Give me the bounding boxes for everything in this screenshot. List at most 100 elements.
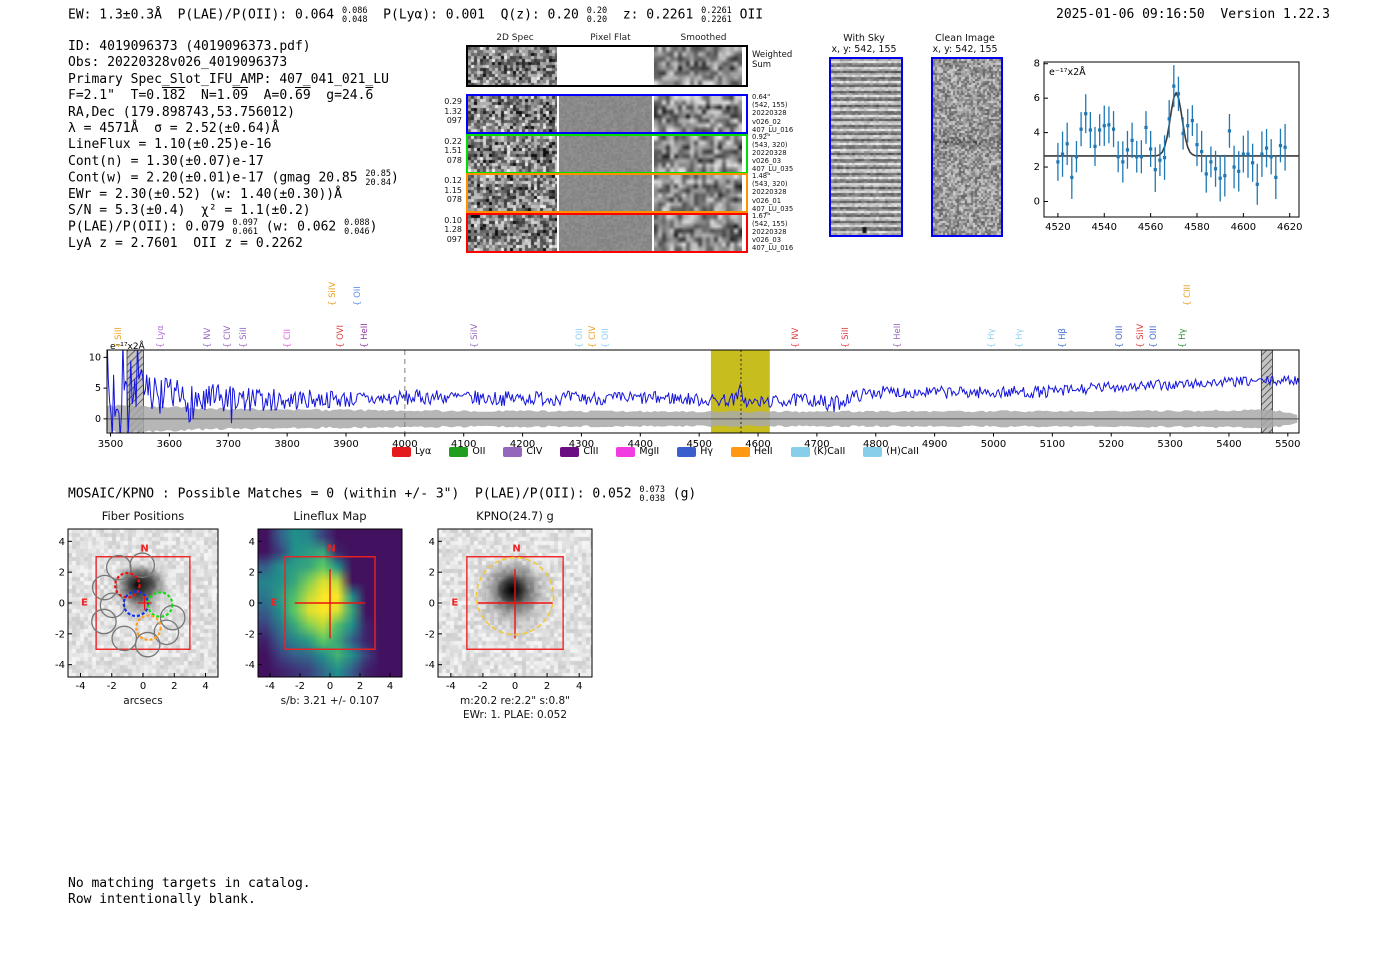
sky-panel-title: With Sky x, y: 542, 155 (831, 33, 897, 55)
weighted-sum-label: Weighted Sum (752, 50, 793, 70)
info-line: F=2.1" T=0.182 N=1.09 A=0.69 g=24.6 (68, 88, 374, 104)
svg-text:4: 4 (576, 681, 582, 692)
emission-line-label: { Hγ (1014, 328, 1025, 348)
legend-item: Hγ (677, 446, 713, 457)
fiber-xlabel: arcsecs (123, 695, 163, 707)
stacked-value: 0.088 0.046 (344, 218, 370, 237)
svg-text:E: E (81, 597, 88, 608)
svg-text:-4: -4 (76, 681, 86, 692)
emission-line-label: { OVI (336, 325, 347, 348)
legend-item: HeII (731, 446, 773, 457)
info-line: LyA z = 2.7601 OII z = 0.2262 (68, 235, 303, 251)
svg-text:0: 0 (429, 599, 435, 610)
version-label: Version 1.22.3 (1220, 7, 1330, 22)
timestamp: 2025-01-06 09:16:50 (1056, 7, 1205, 22)
svg-text:-2: -2 (245, 629, 255, 640)
footer-line-2: Row intentionally blank. (68, 892, 256, 907)
svg-text:3500: 3500 (98, 439, 123, 450)
svg-text:-4: -4 (245, 660, 255, 671)
info-line: λ = 4571Å σ = 2.52(±0.64)Å (68, 120, 280, 136)
weighted-sum-row (466, 45, 748, 87)
fiber-cutout-row (466, 133, 748, 174)
emission-line-label: { HeII (359, 323, 370, 348)
timestamp-version: 2025-01-06 09:16:50 Version 1.22.3 (1056, 7, 1330, 22)
spectrum-chart: 3500 3600 3700 3800 3900 4000 4100 4200 4300 4400… (89, 340, 1301, 450)
col-header-2dspec: 2D Spec (496, 33, 534, 43)
svg-text:0: 0 (95, 414, 101, 425)
svg-text:5300: 5300 (1157, 439, 1182, 450)
svg-text:8: 8 (1034, 59, 1040, 70)
fiber-row-left-label: 0.12 1.15 078 (444, 176, 462, 204)
svg-text:3700: 3700 (216, 439, 241, 450)
spectrum-legend: Lyα OII CIV CIII MgII Hγ HeII (K)CaII (H)CaII (392, 446, 919, 457)
info-line: ID: 4019096373 (4019096373.pdf) (68, 39, 311, 54)
info-line: RA,Dec (179.898743,53.756012) (68, 104, 295, 120)
fiber-row-right-label: 1.48" (543, 320) 20220328 v026_01 407_LU_035 (752, 172, 794, 213)
svg-text:-4: -4 (446, 681, 456, 692)
info-line: Cont(w) = 2.20(±0.01)e-17 (gmag 20.85 20… (68, 169, 399, 188)
emission-line-label: { Lyα (155, 325, 166, 348)
mosaic-status-line: MOSAIC/KPNO : Possible Matches = 0 (with… (68, 485, 697, 504)
svg-text:2: 2 (171, 681, 177, 692)
emission-line-label: { CII (283, 328, 294, 348)
fiber-spec-image (468, 214, 557, 251)
legend-swatch (503, 446, 523, 457)
emission-line-label: { OII (352, 286, 363, 306)
svg-text:2: 2 (249, 568, 255, 579)
svg-text:5100: 5100 (1040, 439, 1065, 450)
svg-text:0: 0 (1034, 197, 1040, 208)
svg-text:-4: -4 (425, 660, 435, 671)
svg-text:-4: -4 (265, 681, 275, 692)
svg-text:6: 6 (1034, 93, 1040, 104)
svg-text:4: 4 (202, 681, 208, 692)
svg-text:5500: 5500 (1275, 439, 1300, 450)
emission-line-label: { NV (203, 327, 214, 348)
sky-panel-title: Clean Image x, y: 542, 155 (932, 33, 998, 55)
cutout-overlay: -4-4-2-2002244NE (425, 528, 593, 692)
svg-text:4: 4 (429, 537, 435, 548)
svg-text:2: 2 (429, 568, 435, 579)
fiber-smooth-image (654, 175, 742, 211)
svg-text:0: 0 (327, 681, 333, 692)
fiber-flat-image (559, 214, 652, 251)
emission-line-label: { CIII (1182, 284, 1193, 306)
cutout-overlay: -4-4-2-2002244NE (245, 528, 403, 692)
svg-text:4900: 4900 (922, 439, 947, 450)
info-line: Primary Spec_Slot_IFU_AMP: 407_041_021_L… (68, 71, 389, 87)
cutout-overlay: -4-4-2-2002244NE (55, 528, 219, 692)
svg-text:4520: 4520 (1045, 222, 1070, 233)
emission-line-label: { OII (574, 328, 585, 348)
legend-swatch (392, 446, 411, 457)
svg-text:3600: 3600 (157, 439, 182, 450)
emission-line-label: { CIV (223, 325, 234, 348)
legend-item: CIII (560, 446, 598, 457)
svg-text:4560: 4560 (1138, 222, 1163, 233)
legend-swatch (863, 446, 883, 457)
lineflux-xlabel: s/b: 3.21 +/- 0.107 (280, 695, 380, 707)
info-line: LineFlux = 1.10(±0.25)e-16 (68, 137, 272, 153)
svg-text:3800: 3800 (274, 439, 299, 450)
svg-text:-2: -2 (478, 681, 488, 692)
svg-text:-4: -4 (55, 660, 65, 671)
col-header-pixelflat: Pixel Flat (590, 33, 631, 43)
svg-text:N: N (327, 543, 335, 554)
svg-text:5000: 5000 (981, 439, 1006, 450)
emission-line-label: { SiII (113, 327, 124, 348)
ws-smooth (654, 47, 742, 85)
legend-item: CIV (503, 446, 542, 457)
fiber-spec-image (468, 96, 557, 132)
legend-item: Lyα (392, 446, 431, 457)
svg-text:E: E (270, 597, 277, 608)
kpno-xlabel: m:20.2 re:2.2" s:0.8" (460, 695, 570, 707)
svg-text:4540: 4540 (1092, 222, 1117, 233)
linefit-chart: 4520 4540 4560 4580 4600 4620 0 2 4 6 8 e⁻¹⁷x2Å (1034, 59, 1303, 233)
lineflux-map-panel: Lineflux Map -4 -4 -2 -2 0 0 2 2 4 4 N Es/b: 3.21 +/… (245, 509, 429, 724)
stacked-value: 0.20 0.20 (586, 6, 608, 25)
ws-flat (559, 47, 652, 85)
legend-item: MgII (616, 446, 659, 457)
fiber-row-right-label: 1.67" (542, 155) 20220328 v026_03 407_LU_016 (752, 211, 794, 253)
stacked-value: 0.086 0.048 (341, 6, 368, 25)
svg-text:0: 0 (59, 599, 65, 610)
legend-swatch (790, 446, 810, 457)
fiber-smooth-image (654, 135, 742, 172)
